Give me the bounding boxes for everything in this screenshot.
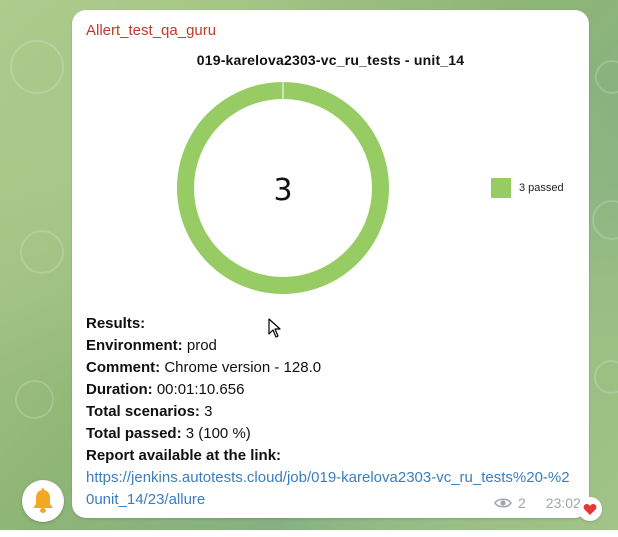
heart-reaction-icon[interactable] xyxy=(578,497,602,521)
donut-chart: 3 xyxy=(177,81,389,294)
results-heading: Results: xyxy=(86,315,146,332)
eye-icon xyxy=(494,498,512,508)
mouse-cursor-icon xyxy=(268,318,281,338)
donut-center-label: 3 xyxy=(273,173,292,208)
legend-swatch xyxy=(491,178,511,198)
bell-icon[interactable] xyxy=(22,480,64,522)
view-count: 2 xyxy=(518,495,526,511)
total-scenarios-line: Total scenarios: 3 xyxy=(86,403,213,420)
background-doodle xyxy=(15,380,54,419)
legend-label: 3 passed xyxy=(519,182,564,194)
total-passed-line: Total passed: 3 (100 %) xyxy=(86,425,251,442)
message-meta: 2 23:02 xyxy=(494,495,581,511)
duration-line: Duration: 00:01:10.656 xyxy=(86,381,245,398)
background-doodle xyxy=(595,60,618,94)
results-details: Results: Environment: prod Comment: Chro… xyxy=(86,313,576,511)
message-time: 23:02 xyxy=(545,495,581,511)
chart-legend: 3 passed xyxy=(491,178,564,198)
report-label: Report available at the link: xyxy=(86,447,282,464)
message-bubble[interactable]: Allert_test_qa_guru 019-karelova2303-vc_… xyxy=(72,10,589,518)
background-doodle xyxy=(10,40,64,94)
bottom-strip xyxy=(0,530,618,537)
background-doodle xyxy=(592,200,618,240)
background-doodle xyxy=(594,360,618,394)
comment-line: Comment: Chrome version - 128.0 xyxy=(86,359,322,376)
environment-line: Environment: prod xyxy=(86,337,217,354)
background-doodle xyxy=(20,230,64,274)
